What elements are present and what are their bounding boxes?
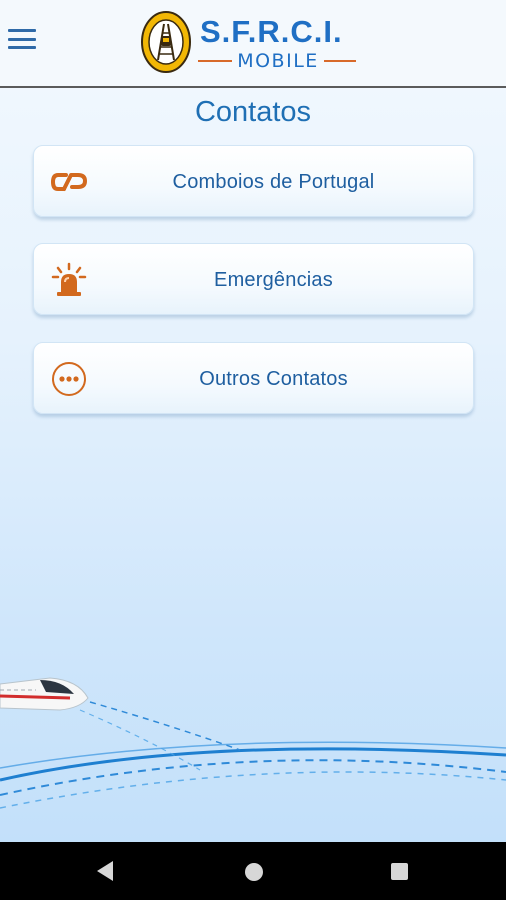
logo-divider-right xyxy=(324,60,356,62)
sfrci-emblem-icon xyxy=(141,11,191,73)
contact-card-cp[interactable]: Comboios de Portugal xyxy=(33,145,474,217)
logo-title: S.F.R.C.I. xyxy=(200,14,343,49)
contact-card-label: Comboios de Portugal xyxy=(172,170,375,193)
siren-icon xyxy=(51,262,87,296)
page-title: Contatos xyxy=(194,96,312,128)
app-screen: S.F.R.C.I. MOBILE Contatos Comboios de P… xyxy=(0,0,506,842)
hamburger-menu-icon[interactable] xyxy=(8,28,36,50)
more-dots-icon xyxy=(52,362,86,396)
train-illustration xyxy=(0,677,506,809)
cp-logo-icon xyxy=(50,173,87,191)
logo-subtitle: MOBILE xyxy=(237,50,319,72)
app-logo: S.F.R.C.I. MOBILE xyxy=(140,10,360,76)
back-triangle-icon[interactable] xyxy=(96,860,114,882)
contact-card-label: Emergências xyxy=(214,268,333,291)
recent-apps-square-icon[interactable] xyxy=(391,863,408,880)
logo-divider-left xyxy=(198,60,232,62)
contact-card-others[interactable]: Outros Contatos xyxy=(33,342,474,414)
home-circle-icon[interactable] xyxy=(245,863,263,881)
contact-card-label: Outros Contatos xyxy=(199,367,348,390)
logo-subtitle-row: MOBILE xyxy=(198,50,358,72)
contact-card-emergencies[interactable]: Emergências xyxy=(33,243,474,315)
app-bar: S.F.R.C.I. MOBILE xyxy=(0,0,506,88)
